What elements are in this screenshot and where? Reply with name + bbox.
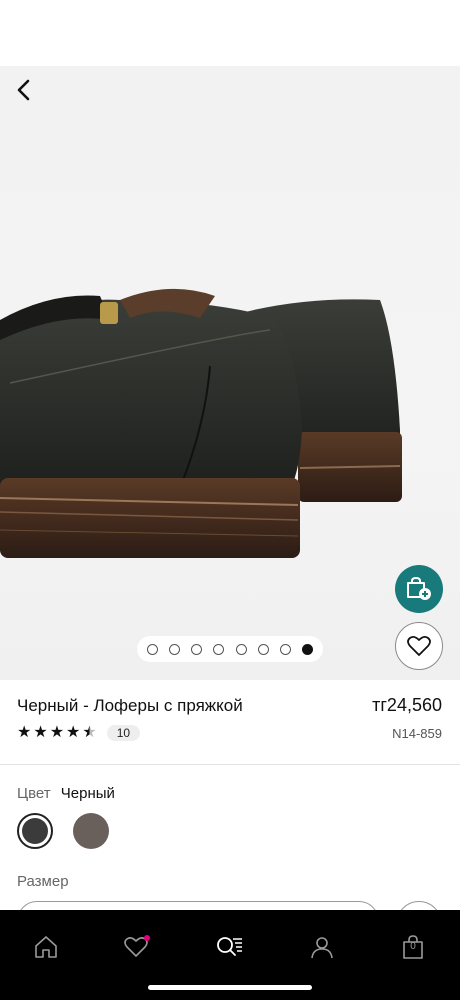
star-icon: ★ <box>66 724 81 741</box>
rating-count: 10 <box>106 725 141 741</box>
gallery-dot[interactable] <box>257 643 269 655</box>
heart-icon <box>407 635 431 656</box>
rating[interactable]: ★ ★ ★ ★ ★ 10 <box>17 724 141 742</box>
gallery-dot[interactable] <box>146 643 158 655</box>
chevron-left-icon <box>17 79 30 101</box>
home-indicator <box>148 985 312 990</box>
loafer-photo <box>0 288 402 558</box>
color-swatch-brown[interactable] <box>73 813 109 849</box>
favorite-button[interactable] <box>395 622 443 670</box>
divider <box>0 764 460 765</box>
tab-search[interactable] <box>207 924 253 970</box>
gallery-dot[interactable] <box>280 643 292 655</box>
color-swatch-black[interactable] <box>17 813 53 849</box>
gallery-pagination <box>137 636 323 662</box>
half-star-icon: ★ <box>82 724 97 741</box>
gallery-dot[interactable] <box>168 643 180 655</box>
search-list-icon <box>217 937 242 956</box>
back-button[interactable] <box>12 78 36 102</box>
heart-icon <box>124 935 150 957</box>
status-area <box>0 0 460 66</box>
gallery-dot-active[interactable] <box>302 643 314 655</box>
home-icon <box>35 936 57 958</box>
star-icon: ★ <box>33 724 48 741</box>
star-icon: ★ <box>17 724 32 741</box>
color-value: Черный <box>60 785 115 802</box>
add-to-bag-button[interactable] <box>395 565 443 613</box>
product-image[interactable] <box>0 66 460 680</box>
tab-favorites[interactable] <box>114 924 160 970</box>
color-label: Цвет <box>17 785 51 802</box>
profile-icon <box>311 937 333 959</box>
tab-bar: 0 <box>0 910 460 1000</box>
gallery-dot[interactable] <box>213 643 225 655</box>
size-label: Размер <box>17 873 69 890</box>
tab-home[interactable] <box>23 924 69 970</box>
bag-add-icon <box>407 576 431 600</box>
product-title: Черный - Лоферы с пряжкой <box>17 696 243 715</box>
gallery-dot[interactable] <box>235 643 247 655</box>
product-sku: N14-859 <box>392 726 442 741</box>
tab-bag[interactable]: 0 <box>390 924 436 970</box>
product-price: тг24,560 <box>372 695 442 715</box>
color-row: Цвет Черный <box>17 785 115 802</box>
tab-profile[interactable] <box>299 924 345 970</box>
cart-count: 0 <box>410 941 416 952</box>
star-icon: ★ <box>49 724 65 741</box>
gallery-dot[interactable] <box>191 643 203 655</box>
